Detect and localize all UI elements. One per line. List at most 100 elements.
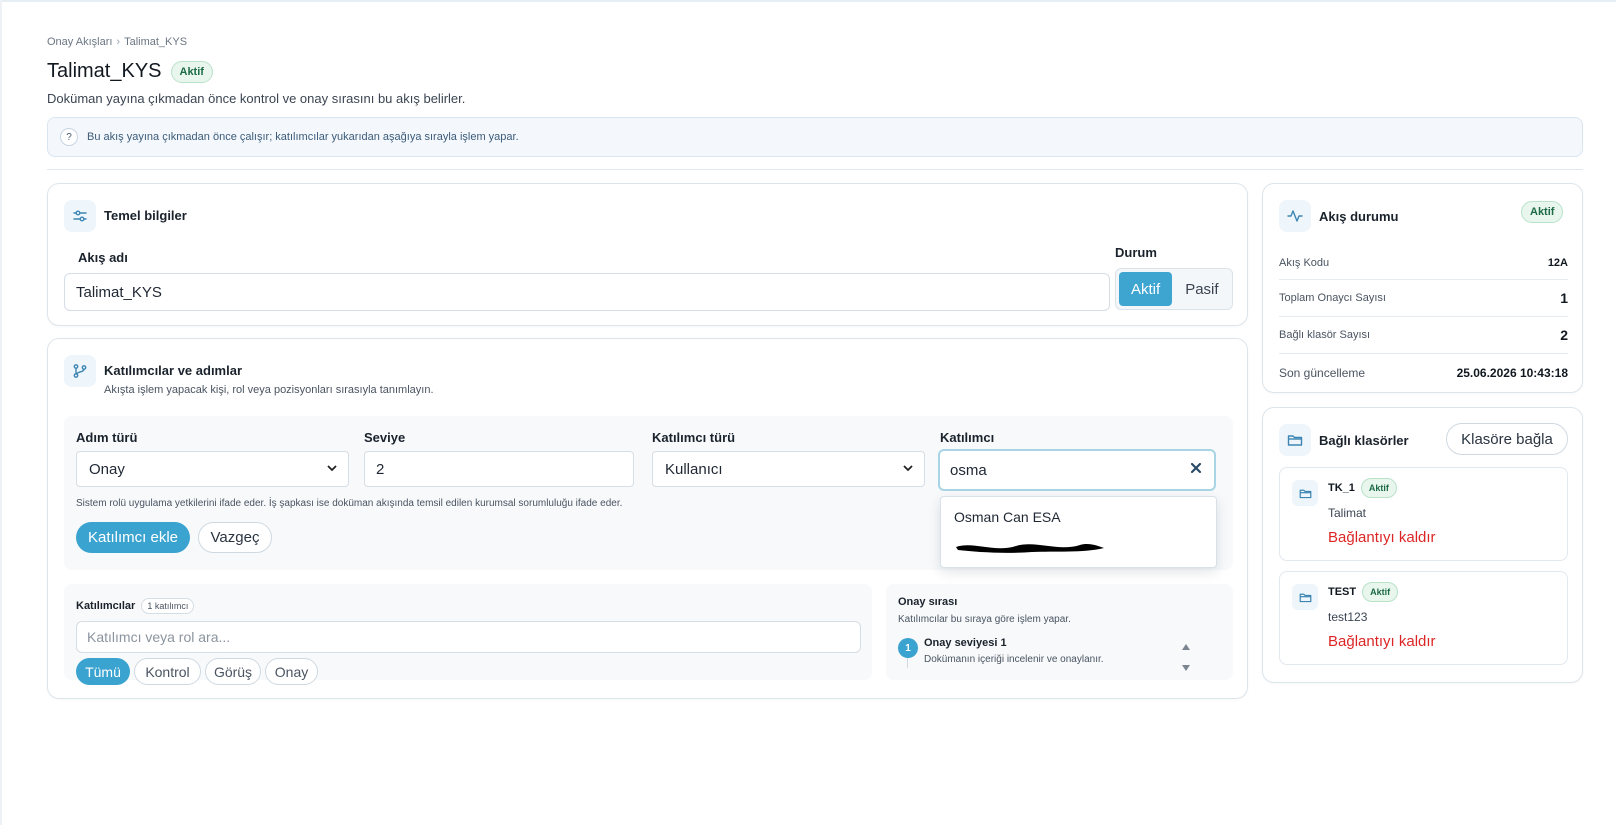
participant-search-input[interactable]: osma: [938, 449, 1216, 491]
folder-description: test123: [1328, 610, 1368, 624]
move-up-icon[interactable]: [1181, 638, 1191, 656]
flow-name-label: Akış adı: [78, 250, 128, 265]
step-title: Onay seviyesi 1: [924, 637, 1007, 649]
breadcrumb-parent-link[interactable]: Onay Akışları: [47, 36, 112, 48]
folder-name: TEST: [1328, 586, 1357, 598]
status-badge: Aktif: [170, 60, 213, 83]
participant-type-select[interactable]: Kullanıcı: [652, 451, 925, 487]
detail-row-last-updated: Son güncelleme 25.06.2026 10:43:18: [1279, 354, 1568, 391]
redacted-option[interactable]: [954, 539, 1106, 555]
step-number-badge: 1: [898, 638, 918, 658]
filter-chip-approval[interactable]: Onay: [265, 658, 318, 685]
participants-list-header: Katılımcılar 1 katılımcı: [76, 598, 195, 614]
approval-order-title: Onay sırası: [898, 596, 958, 608]
detail-row-flow-code: Akış Kodu 12A: [1279, 246, 1568, 280]
detail-value: 1: [1560, 290, 1568, 306]
folder-status-badge: Aktif: [1360, 478, 1397, 498]
unlink-folder-link[interactable]: Bağlantıyı kaldır: [1328, 529, 1436, 546]
status-label: Durum: [1115, 245, 1157, 260]
chevron-down-icon: [902, 461, 914, 478]
step-connector: [907, 658, 908, 668]
status-toggle: Aktif Pasif: [1115, 268, 1233, 310]
left-border: [0, 0, 2, 825]
breadcrumb-separator: ›: [116, 36, 121, 48]
info-banner-text: Bu akış yayına çıkmadan önce çalışır; ka…: [87, 131, 519, 143]
detail-key: Bağlı klasör Sayısı: [1279, 329, 1371, 341]
breadcrumb-current: Talimat_KYS: [124, 36, 188, 48]
participants-description: Akışta işlem yapacak kişi, rol veya pozi…: [104, 384, 434, 396]
dropdown-option[interactable]: Osman Can ESA: [954, 509, 1061, 525]
step-type-value: Onay: [89, 460, 125, 478]
add-participant-button[interactable]: Katılımcı ekle: [76, 522, 190, 553]
clear-icon[interactable]: [1190, 461, 1202, 479]
status-option-passive[interactable]: Pasif: [1176, 272, 1227, 306]
branch-icon: [64, 355, 96, 387]
linked-folders-title: Bağlı klasörler: [1319, 433, 1409, 448]
sliders-icon: [64, 200, 96, 232]
folder-status-badge: Aktif: [1362, 582, 1399, 602]
move-down-icon[interactable]: [1181, 659, 1191, 677]
folder-icon: [1292, 480, 1318, 506]
folder-item: TEST Aktif test123 Bağlantıyı kaldır: [1279, 571, 1568, 665]
detail-value: 2: [1560, 327, 1568, 343]
header-divider: [47, 169, 1583, 170]
participants-list-title: Katılımcılar: [76, 600, 136, 612]
activity-icon: [1279, 200, 1311, 232]
participant-label: Katılımcı: [940, 430, 995, 445]
basic-info-card: Temel bilgiler Akış adı Talimat_KYS Duru…: [47, 183, 1248, 326]
unlink-folder-link[interactable]: Bağlantıyı kaldır: [1328, 633, 1436, 650]
folder-icon: [1279, 424, 1311, 456]
participants-list-panel: Katılımcılar 1 katılımcı Katılımcı veya …: [64, 584, 872, 685]
breadcrumb: Onay Akışları › Talimat_KYS: [47, 36, 187, 48]
participant-search-dropdown: Osman Can ESA: [940, 496, 1217, 568]
folder-item-header: TEST Aktif: [1328, 582, 1399, 602]
detail-row-approver-count: Toplam Onaycı Sayısı 1: [1279, 280, 1568, 317]
status-option-active[interactable]: Aktif: [1119, 272, 1173, 306]
participant-search-value: osma: [950, 461, 987, 479]
detail-value: 12A: [1547, 256, 1568, 269]
flow-status-details: Akış Kodu 12A Toplam Onaycı Sayısı 1 Bağ…: [1279, 246, 1568, 391]
flow-status-badge: Aktif: [1521, 201, 1564, 223]
info-banner: ? Bu akış yayına çıkmadan önce çalışır; …: [47, 117, 1583, 157]
folder-item: TK_1 Aktif Talimat Bağlantıyı kaldır: [1279, 467, 1568, 561]
participant-type-value: Kullanıcı: [665, 460, 723, 478]
step-description: Dokümanın içeriği incelenir ve onaylanır…: [924, 654, 1104, 665]
folder-icon: [1292, 584, 1318, 610]
step-type-label: Adım türü: [76, 430, 138, 445]
flow-status-title: Akış durumu: [1319, 209, 1399, 224]
filter-chip-review[interactable]: Görüş: [205, 658, 261, 685]
folder-description: Talimat: [1328, 506, 1367, 520]
participant-type-label: Katılımcı türü: [652, 430, 736, 445]
page-title: Talimat_KYS: [47, 60, 162, 82]
flow-name-input[interactable]: Talimat_KYS: [64, 273, 1110, 311]
approval-order-subtitle: Katılımcılar bu sıraya göre işlem yapar.: [898, 614, 1071, 625]
link-folder-button[interactable]: Klasöre bağla: [1446, 423, 1568, 455]
flow-status-card: Akış durumu Aktif Akış Kodu 12A Toplam O…: [1262, 183, 1583, 393]
participant-count-badge: 1 katılımcı: [141, 598, 195, 614]
level-input[interactable]: 2: [364, 451, 634, 487]
linked-folders-card: Bağlı klasörler Klasöre bağla TK_1 Aktif…: [1262, 407, 1583, 683]
participants-title: Katılımcılar ve adımlar: [104, 363, 243, 378]
folder-item-header: TK_1 Aktif: [1328, 478, 1397, 498]
step-type-select[interactable]: Onay: [76, 451, 349, 487]
chevron-down-icon: [326, 461, 338, 478]
basic-info-title: Temel bilgiler: [104, 208, 187, 223]
detail-key: Toplam Onaycı Sayısı: [1279, 292, 1386, 304]
detail-value: 25.06.2026 10:43:18: [1456, 365, 1568, 380]
page-header: Talimat_KYS Aktif: [47, 60, 213, 83]
level-label: Seviye: [364, 430, 406, 445]
filter-chip-all[interactable]: Tümü: [76, 658, 130, 685]
step-reorder-controls: [1181, 638, 1191, 677]
filter-chips: Tümü Kontrol Görüş Onay: [76, 658, 318, 685]
cancel-button[interactable]: Vazgeç: [198, 522, 272, 553]
detail-key: Akış Kodu: [1279, 256, 1330, 269]
folder-name: TK_1: [1328, 482, 1355, 494]
approval-order-panel: Onay sırası Katılımcılar bu sıraya göre …: [886, 584, 1233, 680]
filter-chip-control[interactable]: Kontrol: [134, 658, 201, 685]
top-border: [0, 0, 1616, 2]
page-subtitle: Doküman yayına çıkmadan önce kontrol ve …: [47, 91, 466, 106]
participant-filter-input[interactable]: Katılımcı veya rol ara...: [76, 621, 861, 653]
question-circle-icon: ?: [60, 128, 78, 146]
detail-key: Son güncelleme: [1279, 365, 1366, 380]
form-hint: Sistem rolü uygulama yetkilerini ifade e…: [76, 498, 623, 509]
